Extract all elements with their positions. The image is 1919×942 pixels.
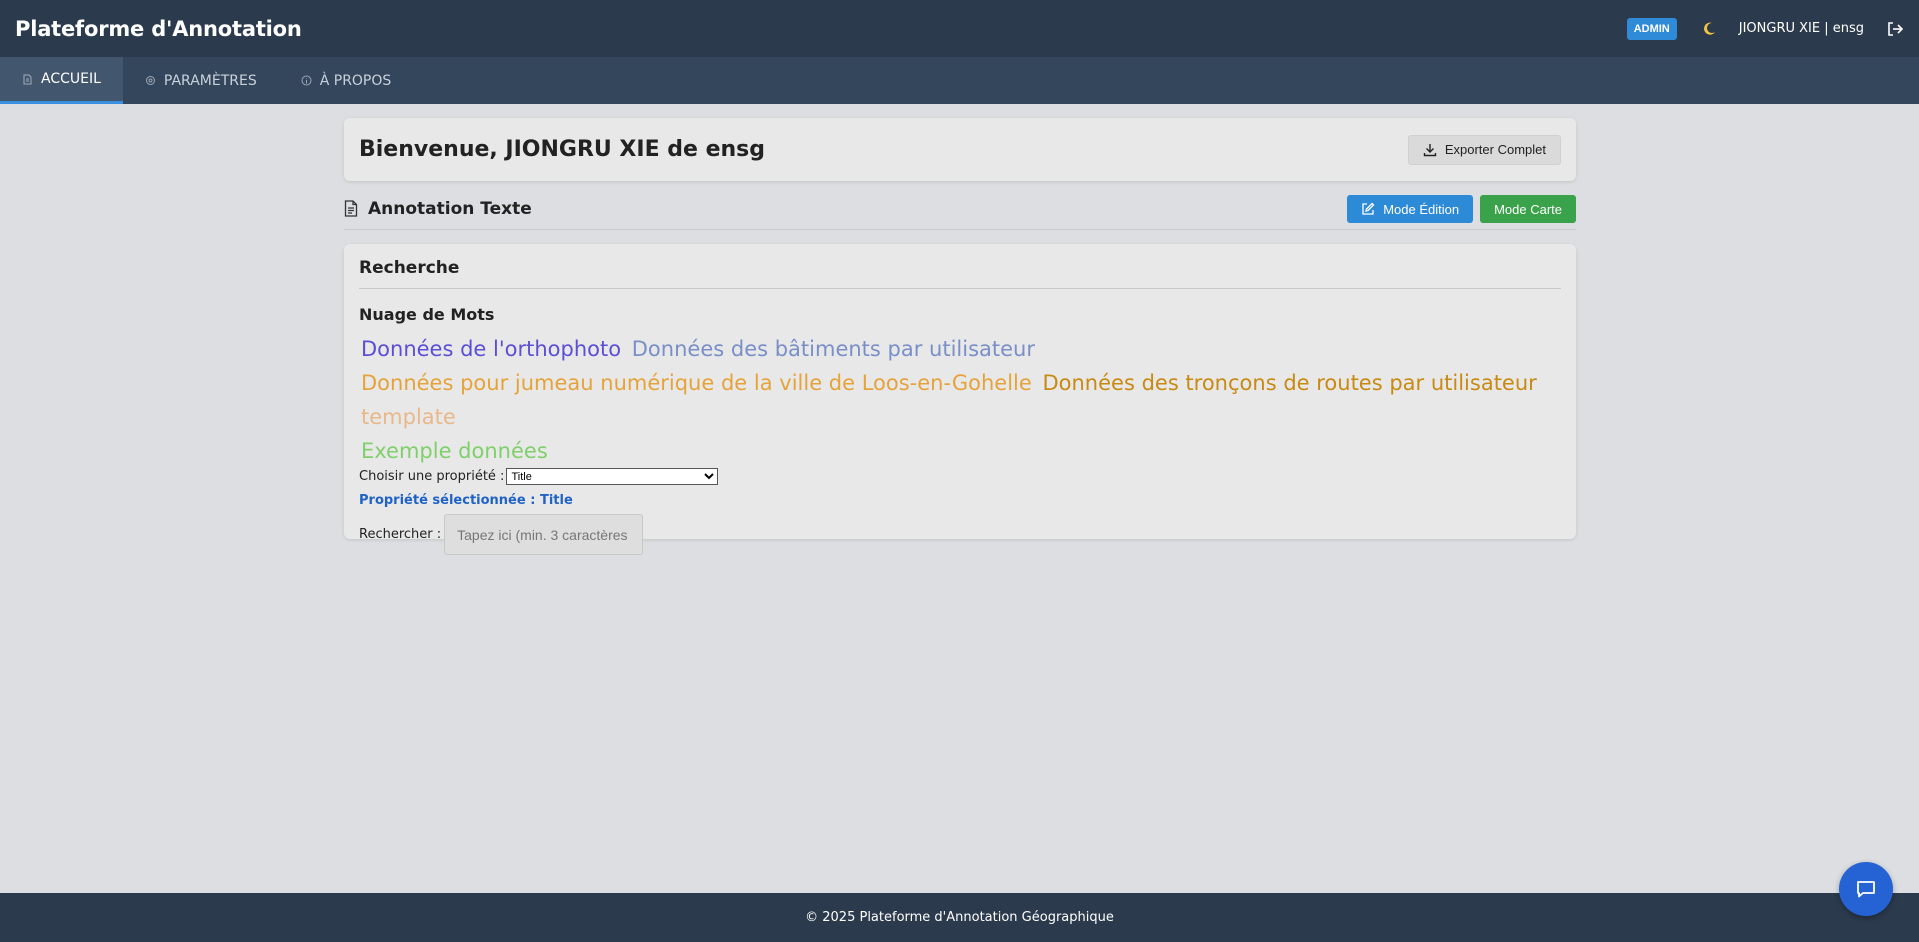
section-title: Annotation Texte bbox=[368, 199, 532, 219]
word-cloud-item[interactable]: Exemple données bbox=[361, 439, 548, 463]
edit-mode-label: Mode Édition bbox=[1383, 201, 1460, 217]
export-button-label: Exporter Complet bbox=[1444, 142, 1546, 157]
selected-property: Propriété sélectionnée : Title bbox=[359, 493, 573, 508]
word-cloud-item[interactable]: Données des tronçons de routes par utili… bbox=[1042, 371, 1536, 395]
tab-label: ACCUEIL bbox=[41, 71, 101, 87]
page-title: Bienvenue, JIONGRU XIE de ensg bbox=[359, 137, 766, 162]
main-nav: ACCUEIL PARAMÈTRES À PROPOS bbox=[0, 57, 1919, 104]
user-label: JIONGRU XIE | ensg bbox=[1738, 21, 1864, 36]
word-cloud-item[interactable]: Données de l'orthophoto bbox=[361, 337, 621, 361]
edit-icon bbox=[1361, 202, 1375, 216]
property-label: Choisir une propriété : bbox=[359, 469, 505, 484]
word-cloud: Données de l'orthophoto Données des bâti… bbox=[359, 332, 1561, 468]
app-title: Plateforme d'Annotation bbox=[15, 16, 302, 41]
mode-buttons: Mode Édition Mode Carte bbox=[1347, 195, 1576, 223]
word-cloud-title: Nuage de Mots bbox=[359, 305, 495, 324]
search-title: Recherche bbox=[359, 258, 1561, 289]
word-cloud-item[interactable]: Données des bâtiments par utilisateur bbox=[632, 337, 1035, 361]
tab-accueil[interactable]: ACCUEIL bbox=[0, 57, 123, 104]
chat-icon bbox=[1855, 878, 1877, 900]
gear-icon bbox=[145, 75, 156, 86]
tab-label: PARAMÈTRES bbox=[163, 72, 257, 89]
document-icon bbox=[22, 74, 33, 85]
tab-parametres[interactable]: PARAMÈTRES bbox=[123, 57, 279, 104]
map-mode-button[interactable]: Mode Carte bbox=[1480, 195, 1576, 223]
export-button[interactable]: Exporter Complet bbox=[1407, 134, 1561, 165]
footer: © 2025 Plateforme d'Annotation Géographi… bbox=[0, 893, 1919, 942]
word-cloud-item[interactable]: template bbox=[361, 405, 456, 429]
document-icon bbox=[344, 200, 360, 218]
header-actions: ADMIN JIONGRU XIE | ensg bbox=[1626, 0, 1904, 57]
edit-mode-button[interactable]: Mode Édition bbox=[1347, 195, 1474, 223]
tab-label: À PROPOS bbox=[319, 72, 392, 89]
download-icon bbox=[1423, 143, 1437, 157]
tab-a-propos[interactable]: À PROPOS bbox=[279, 57, 414, 104]
section-header: Annotation Texte Mode Édition Mode Carte bbox=[344, 195, 1576, 230]
search-label: Rechercher : bbox=[359, 527, 442, 542]
info-icon bbox=[301, 75, 312, 86]
chat-button[interactable] bbox=[1839, 862, 1893, 916]
search-card: Recherche Nuage de Mots Données de l'ort… bbox=[344, 244, 1576, 555]
top-header: Plateforme d'Annotation ADMIN JIONGRU XI… bbox=[0, 0, 1919, 57]
moon-icon[interactable] bbox=[1699, 19, 1719, 39]
property-row: Choisir une propriété : Title bbox=[359, 468, 1561, 485]
word-cloud-item[interactable]: Données pour jumeau numérique de la vill… bbox=[361, 371, 1032, 395]
search-input[interactable] bbox=[444, 514, 644, 555]
footer-text: © 2025 Plateforme d'Annotation Géographi… bbox=[805, 910, 1114, 925]
main-content: Bienvenue, JIONGRU XIE de ensg Exporter … bbox=[344, 118, 1576, 555]
map-mode-label: Mode Carte bbox=[1494, 201, 1562, 217]
logout-icon[interactable] bbox=[1886, 20, 1904, 38]
welcome-card: Bienvenue, JIONGRU XIE de ensg Exporter … bbox=[344, 118, 1576, 181]
search-row: Rechercher : bbox=[359, 514, 1561, 555]
admin-badge: ADMIN bbox=[1626, 17, 1677, 40]
property-select[interactable]: Title bbox=[506, 468, 719, 485]
